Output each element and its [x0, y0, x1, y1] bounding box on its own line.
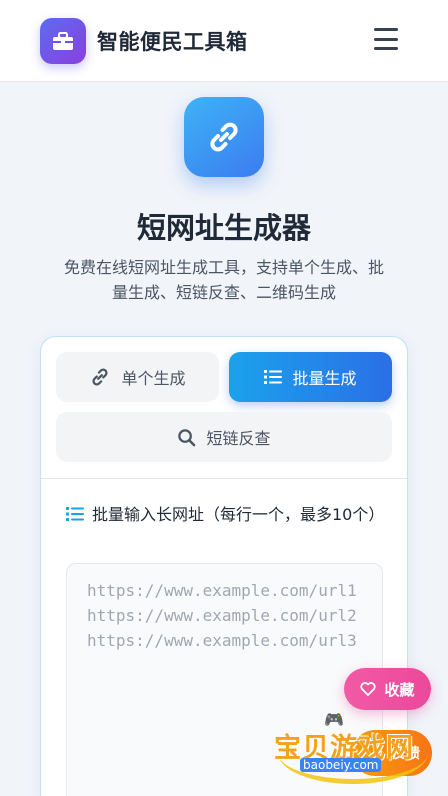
toolbox-icon — [53, 31, 73, 50]
tab-single-generate[interactable]: 单个生成 — [56, 352, 219, 402]
link-icon — [184, 97, 264, 177]
app-title: 智能便民工具箱 — [97, 29, 248, 54]
favorite-button[interactable]: 收藏 — [344, 668, 431, 710]
mode-tabs: 单个生成 批量生成 短链反查 — [41, 337, 407, 479]
page-title: 短网址生成器 — [136, 211, 311, 245]
page-description: 免费在线短网址生成工具，支持单个生成、批量生成、短链反查、二维码生成 — [64, 258, 385, 302]
tab-label: 批量生成 — [292, 369, 357, 388]
tab-reverse-lookup[interactable]: 短链反查 — [56, 412, 392, 462]
top-header: 智能便民工具箱 — [0, 0, 448, 82]
search-icon — [177, 428, 196, 447]
tab-batch-generate[interactable]: 批量生成 — [229, 352, 392, 402]
heart-icon — [360, 682, 377, 696]
link-icon — [89, 366, 111, 388]
tab-label: 单个生成 — [121, 369, 186, 388]
favorite-label: 收藏 — [384, 680, 415, 699]
app-logo[interactable] — [40, 17, 86, 64]
batch-input-label-text: 批量输入长网址（每行一个，最多10个） — [92, 505, 385, 524]
tab-label: 短链反查 — [206, 429, 271, 448]
site-watermark: 🎮 宝贝游戏网 baobeiy.com — [272, 706, 442, 784]
hamburger-menu-icon[interactable] — [374, 28, 398, 50]
list-icon — [264, 369, 283, 385]
watermark-url: baobeiy.com — [300, 758, 382, 772]
list-icon — [66, 505, 84, 529]
batch-input-label: 批量输入长网址（每行一个，最多10个） — [66, 503, 386, 529]
